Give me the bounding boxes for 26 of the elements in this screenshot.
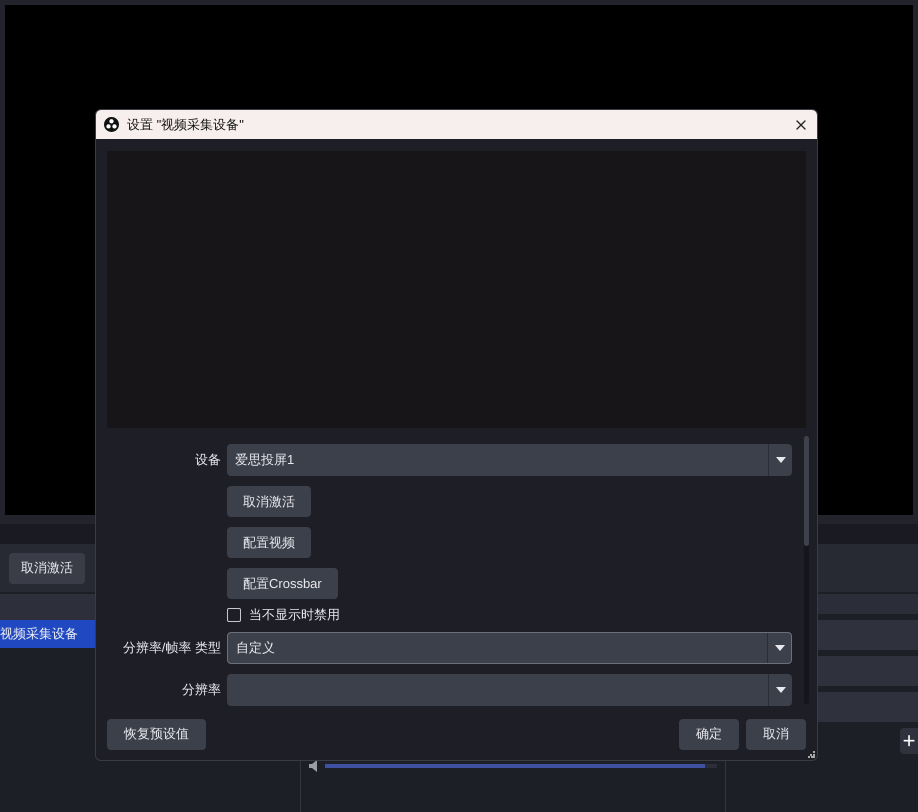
dialog-action-button[interactable]: 配置视频 [227,527,311,558]
volume-slider[interactable] [325,764,717,768]
deactivate-button[interactable]: 取消激活 [9,552,85,584]
field-label: 分辨率/帧率 类型 [122,639,221,658]
dialog-action-button[interactable]: 配置Crossbar [227,568,338,599]
caret-icon [774,645,784,651]
caret-icon [776,457,786,463]
speaker-icon [309,760,317,772]
resize-grip-icon [808,751,815,758]
restore-defaults-button[interactable]: 恢复预设值 [107,718,206,750]
dropdown[interactable]: 自定义 [227,632,792,664]
dialog-action-button[interactable]: 取消激活 [227,486,311,517]
checkbox-label: 当不显示时禁用 [249,606,340,624]
scrollbar[interactable] [804,436,809,704]
window-title: 设置 "视频采集设备" [127,116,245,134]
checkbox[interactable] [227,608,241,622]
add-button[interactable]: + [900,728,918,754]
dropdown-value: 爱思投屏1 [235,452,294,467]
dialog-button[interactable]: 确定 [679,718,739,750]
field-label: 设备 [195,451,221,470]
app-logo-icon [104,117,119,132]
dropdown[interactable] [227,674,792,706]
dialog-button[interactable]: 取消 [746,718,806,750]
dropdown-value: 自定义 [236,640,275,655]
dropdown[interactable]: 爱思投屏1 [227,444,792,476]
field-label: 分辨率 [182,681,221,700]
